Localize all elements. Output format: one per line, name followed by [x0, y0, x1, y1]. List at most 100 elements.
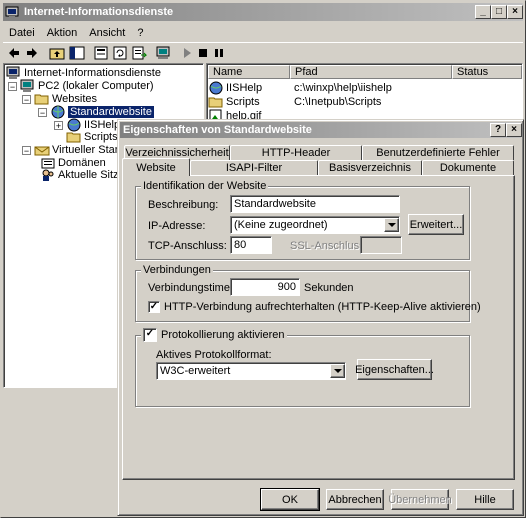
tree-label-computer: PC2 (lokaler Computer)	[38, 80, 154, 92]
logging-enable-label[interactable]: Protokollierung aktivieren	[161, 329, 285, 341]
ok-button[interactable]: OK	[261, 489, 319, 510]
tab-website[interactable]: Website	[122, 158, 190, 176]
minimize-button[interactable]: _	[475, 5, 491, 19]
dialog-close-button[interactable]: ×	[506, 123, 522, 137]
ip-select[interactable]: (Keine zugeordnet)	[230, 216, 400, 234]
ip-select-value: (Keine zugeordnet)	[234, 219, 328, 231]
timeout-field[interactable]: 900	[230, 278, 300, 296]
tab-basisverzeichnis[interactable]: Basisverzeichnis	[318, 160, 422, 175]
folder-icon	[34, 92, 50, 106]
log-properties-button[interactable]: Eigenschaften...	[355, 359, 434, 380]
pause-icon[interactable]	[213, 47, 225, 59]
list-item-iishelp[interactable]: IISHelp	[208, 81, 262, 95]
export-list-icon[interactable]	[131, 45, 148, 61]
description-field[interactable]: Standardwebsite	[230, 195, 400, 213]
logging-checkbox[interactable]: ✓	[143, 328, 157, 342]
apply-button[interactable]: Übernehmen	[388, 489, 452, 510]
column-header-name[interactable]: Name	[208, 65, 290, 79]
menu-aktion[interactable]: Aktion	[41, 27, 84, 39]
keepalive-checkbox[interactable]: ✓	[148, 301, 160, 313]
virtual-dir-icon	[208, 81, 224, 95]
up-folder-icon[interactable]	[49, 45, 65, 61]
menu-bar: Datei Aktion Ansicht ?	[3, 24, 523, 42]
chevron-down-icon	[333, 368, 342, 373]
identification-legend: Identifikation der Website	[141, 180, 269, 192]
tree-label-scripts: Scripts	[84, 131, 118, 143]
connections-legend: Verbindungen	[141, 264, 213, 276]
tree-item-standardwebsite[interactable]: − Standardwebsite	[38, 105, 154, 119]
log-format-label: Aktives Protokollformat:	[156, 349, 272, 361]
main-title-bar[interactable]: Internet-Informationsdienste	[3, 3, 523, 21]
stop-icon[interactable]	[197, 47, 209, 59]
collapse-toggle-icon[interactable]: −	[38, 107, 47, 117]
tree-item-root[interactable]: Internet-Informationsdienste	[6, 66, 161, 80]
tree-item-scripts[interactable]: Scripts	[66, 130, 118, 144]
description-label: Beschreibung:	[148, 199, 219, 211]
folder-icon	[66, 130, 82, 144]
smtp-server-icon	[34, 143, 50, 157]
collapse-toggle-icon[interactable]: −	[8, 81, 17, 91]
sessions-icon	[40, 168, 56, 182]
computer-node-icon	[20, 79, 36, 93]
ssl-label: SSL-Anschluss:	[290, 240, 368, 252]
menu-datei[interactable]: Datei	[3, 27, 41, 39]
collapse-toggle-icon[interactable]: −	[22, 145, 31, 155]
back-arrow-icon[interactable]	[7, 46, 21, 60]
log-format-dropdown-arrow[interactable]	[330, 364, 345, 378]
list-item-name: IISHelp	[226, 82, 263, 94]
column-header-status[interactable]: Status	[452, 65, 522, 79]
tree-item-sessions[interactable]: Aktuelle Sitzu	[40, 168, 125, 182]
list-item-name: Scripts	[226, 96, 260, 108]
properties-icon[interactable]	[93, 45, 109, 61]
menu-separator	[3, 42, 523, 43]
folder-icon	[208, 95, 224, 109]
tab-http-header[interactable]: HTTP-Header	[230, 145, 362, 160]
toolbar	[3, 44, 523, 62]
log-format-select[interactable]: W3C-erweitert	[156, 362, 346, 380]
cancel-button[interactable]: Abbrechen	[326, 489, 384, 510]
column-header-path[interactable]: Pfad	[290, 65, 452, 79]
connections-group	[135, 270, 470, 322]
tcp-port-field[interactable]: 80	[230, 236, 272, 254]
chevron-down-icon	[387, 222, 396, 227]
collapse-toggle-icon[interactable]: −	[22, 94, 31, 104]
forward-arrow-icon[interactable]	[25, 46, 39, 60]
log-format-value: W3C-erweitert	[160, 365, 231, 377]
menu-ansicht[interactable]: Ansicht	[83, 27, 131, 39]
tree-item-websites[interactable]: − Websites	[22, 92, 97, 106]
tab-isapi-filter[interactable]: ISAPI-Filter	[190, 160, 318, 175]
main-window-title: Internet-Informationsdienste	[24, 6, 174, 18]
timeout-unit: Sekunden	[304, 282, 354, 294]
play-icon[interactable]	[181, 47, 193, 59]
list-item-path: c:\winxp\help\iishelp	[294, 82, 392, 94]
expand-toggle-icon[interactable]: +	[54, 120, 63, 130]
iis-app-icon	[5, 5, 21, 19]
advanced-button[interactable]: Erweitert...	[408, 214, 464, 235]
close-button[interactable]: ×	[507, 5, 523, 19]
tree-item-computer[interactable]: − PC2 (lokaler Computer)	[8, 79, 154, 93]
dialog-title-bar[interactable]: Eigenschaften von Standardwebsite	[120, 122, 521, 138]
tree-label-standardwebsite: Standardwebsite	[68, 106, 154, 118]
tree-label-websites: Websites	[52, 93, 98, 105]
keepalive-label[interactable]: HTTP-Verbindung aufrechterhalten (HTTP-K…	[164, 301, 481, 313]
list-item-path: C:\Inetpub\Scripts	[294, 96, 382, 108]
tab-dokumente[interactable]: Dokumente	[422, 160, 514, 175]
globe-icon	[50, 105, 66, 119]
computer-icon[interactable]	[155, 45, 171, 61]
tree-label-sessions: Aktuelle Sitzu	[58, 169, 125, 181]
maximize-button[interactable]: □	[491, 5, 507, 19]
ssl-port-field	[360, 236, 402, 254]
dialog-title: Eigenschaften von Standardwebsite	[123, 124, 312, 136]
refresh-icon[interactable]	[112, 45, 128, 61]
ip-label: IP-Adresse:	[148, 220, 206, 232]
logging-legend: ✓ Protokollierung aktivieren	[141, 328, 287, 342]
iis-root-icon	[6, 66, 22, 80]
ip-dropdown-arrow[interactable]	[384, 218, 399, 232]
list-item-scripts[interactable]: Scripts	[208, 95, 260, 109]
menu-help[interactable]: ?	[131, 27, 149, 39]
show-tree-icon[interactable]	[69, 45, 85, 61]
help-button[interactable]: Hille	[456, 489, 514, 510]
tree-label-root: Internet-Informationsdienste	[24, 67, 161, 79]
dialog-help-button[interactable]: ?	[490, 123, 506, 137]
tab-benutzerdefinierte-fehler[interactable]: Benutzerdefinierte Fehler	[362, 145, 514, 160]
